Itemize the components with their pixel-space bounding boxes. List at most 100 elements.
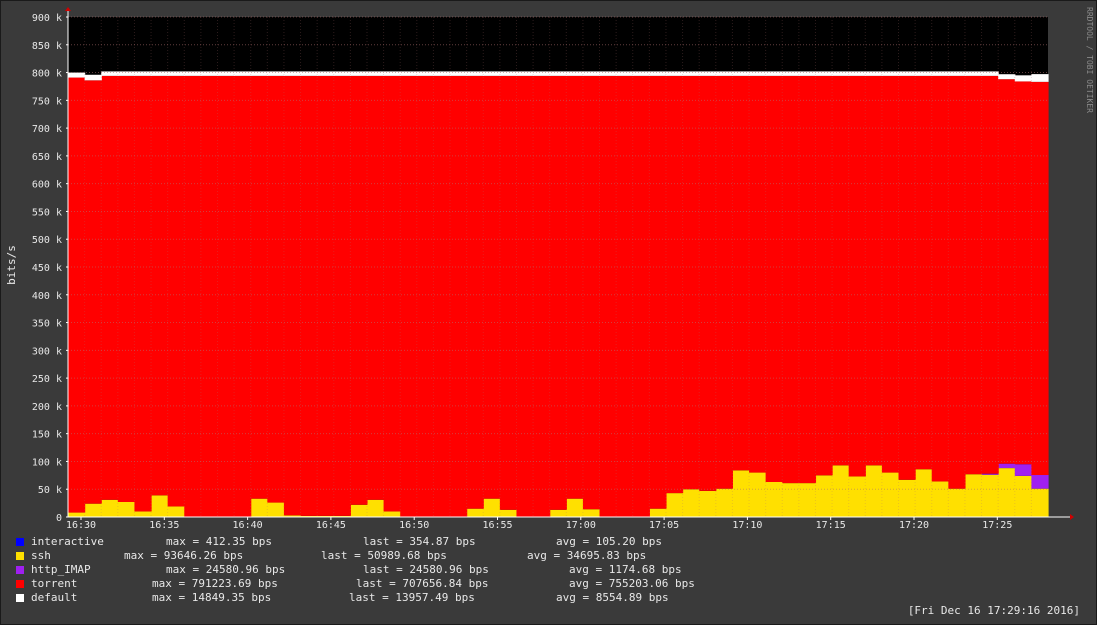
torrent-bar (151, 75, 169, 496)
torrent-bar (732, 75, 750, 471)
torrent-bar (450, 75, 468, 517)
default-bar (566, 71, 584, 76)
ssh-bar (1014, 475, 1032, 517)
x-tick-label: 17:05 (649, 520, 679, 531)
torrent-bar (599, 75, 617, 517)
x-tick-label: 17:10 (732, 520, 762, 531)
ssh-bar (117, 502, 136, 517)
torrent-bar (682, 75, 700, 490)
y-tick-label: 350 k (32, 319, 62, 330)
torrent-bar (832, 75, 850, 466)
default-bar (151, 71, 169, 76)
y-tick-label: 750 k (32, 96, 62, 107)
default-bar (981, 71, 999, 76)
y-tick-label: 50 k (38, 485, 62, 496)
default-bar (400, 71, 418, 76)
legend-series-name: interactive (31, 535, 104, 548)
torrent-bar (749, 75, 767, 473)
timestamp: [Fri Dec 16 17:29:16 2016] (907, 604, 1080, 617)
torrent-bar (483, 75, 501, 499)
default-bar (1014, 75, 1032, 82)
http_IMAP-bar (981, 473, 999, 475)
torrent-bar (865, 75, 883, 466)
ssh-bar (383, 511, 401, 517)
default-bar (300, 71, 318, 76)
torrent-bar (300, 75, 318, 516)
torrent-bar (649, 75, 667, 509)
torrent-bar (200, 75, 219, 517)
default-bar (931, 71, 949, 76)
legend-last-value: last = 50989.68 bps (321, 549, 447, 562)
torrent-bar (798, 75, 817, 484)
torrent-bar (217, 75, 235, 517)
legend-series-name: http_IMAP (31, 563, 91, 576)
ssh-bar (101, 499, 119, 517)
ssh-bar (499, 509, 518, 517)
ssh-bar (732, 470, 750, 517)
default-bar (832, 71, 850, 76)
legend-series-name: ssh (31, 549, 51, 562)
torrent-bar (250, 75, 268, 499)
default-bar (865, 71, 883, 76)
torrent-bar (549, 75, 567, 510)
ssh-bar (765, 482, 783, 517)
torrent-bar (1031, 81, 1049, 476)
y-tick-label: 500 k (32, 235, 62, 246)
y-tick-label: 150 k (32, 430, 62, 441)
torrent-bar (333, 75, 351, 516)
torrent-bar (533, 75, 551, 517)
torrent-bar (433, 75, 451, 517)
ssh-bar (881, 472, 900, 517)
ssh-bar (665, 493, 684, 517)
torrent-bar (234, 75, 252, 517)
legend-swatch (16, 580, 24, 588)
default-bar (317, 71, 335, 76)
torrent-bar (699, 75, 717, 491)
ssh-bar (699, 490, 717, 517)
default-bar (998, 74, 1016, 80)
default-bar (582, 71, 601, 76)
watermark: RRDTOOL / TOBI OETIKER (1085, 7, 1094, 113)
torrent-bar (267, 75, 285, 503)
legend-row-torrent: torrent max = 791223.69 bps last = 707656.… (16, 577, 776, 591)
torrent-bar (84, 80, 102, 504)
y-tick-label: 300 k (32, 346, 62, 357)
torrent-bar (931, 75, 949, 482)
default-bar (499, 71, 518, 76)
torrent-bar (765, 75, 783, 482)
chart: 0 50 k 100 k 150 k 200 k 250 k 300 k 350 k 400 k… (5, 7, 1074, 531)
legend-max-value: max = 14849.35 bps (152, 591, 272, 604)
default-bar (433, 71, 451, 76)
torrent-bar (366, 75, 385, 500)
ssh-bar (915, 469, 933, 517)
torrent-bar (665, 75, 684, 494)
ssh-bar (832, 465, 850, 517)
ssh-bar (815, 475, 833, 517)
http_IMAP-bar (1014, 464, 1032, 476)
y-axis-label: bits/s (5, 245, 18, 285)
x-tick-label: 16:30 (66, 520, 96, 531)
legend-swatch (16, 538, 24, 546)
default-bar (782, 71, 800, 76)
legend-series-name: torrent (31, 577, 78, 590)
default-bar (333, 71, 351, 76)
torrent-bar (400, 75, 418, 517)
torrent-bar (383, 75, 401, 512)
legend-max-value: max = 24580.96 bps (166, 563, 286, 576)
default-bar (715, 71, 734, 76)
legend-max-value: max = 791223.69 bps (152, 577, 278, 590)
default-bar (798, 71, 817, 76)
default-bar (749, 71, 767, 76)
torrent-bar (416, 75, 435, 517)
default-bar (250, 71, 268, 76)
default-bar (1031, 74, 1049, 82)
ssh-bar (167, 506, 185, 517)
legend-last-value: last = 13957.49 bps (349, 591, 475, 604)
legend-max-value: max = 93646.26 bps (124, 549, 244, 562)
torrent-bar (68, 77, 86, 513)
legend-row-ssh: ssh max = 93646.26 bps last = 50989.68 bps… (16, 549, 776, 563)
ssh-bar (582, 509, 601, 517)
x-tick-label: 17:20 (899, 520, 929, 531)
legend-avg-value: avg = 8554.89 bps (556, 591, 669, 604)
default-bar (533, 71, 551, 76)
